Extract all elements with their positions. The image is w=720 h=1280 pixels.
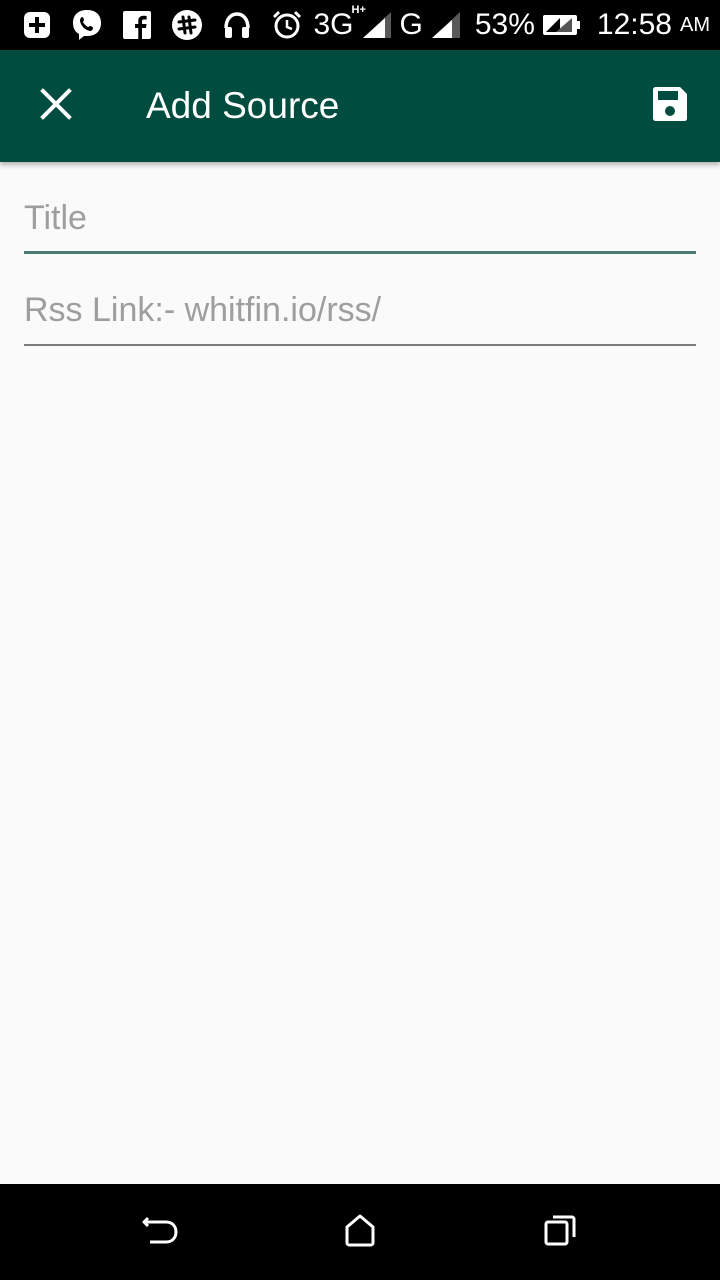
rss-link-input[interactable]	[24, 286, 696, 346]
close-button[interactable]	[24, 74, 88, 138]
recents-button[interactable]	[530, 1202, 590, 1262]
save-button[interactable]	[638, 76, 702, 136]
recents-icon	[543, 1213, 577, 1252]
headset-icon	[220, 8, 254, 42]
save-icon	[650, 84, 690, 129]
close-icon	[39, 87, 73, 126]
signal-icon	[429, 8, 463, 42]
alarm-icon	[270, 8, 304, 42]
system-indicators: 3G H+ G 53% 12:58 AM	[313, 4, 711, 42]
home-icon	[344, 1213, 376, 1252]
network-3g: 3G H+	[313, 4, 366, 41]
page-title: Add Source	[146, 85, 340, 126]
rss-link-field	[24, 254, 696, 346]
app-bar: Add Source	[0, 50, 720, 162]
add-source-screen: 3G H+ G 53% 12:58 AM Add Source	[0, 0, 720, 1280]
viber-icon	[70, 8, 104, 42]
battery-icon	[541, 8, 581, 42]
network-g: G	[399, 8, 423, 41]
title-field	[24, 162, 696, 254]
clock-ampm: AM	[680, 13, 710, 36]
clock: 12:58	[596, 8, 672, 41]
notification-icons	[20, 8, 304, 42]
add-source-form	[24, 162, 696, 346]
back-button[interactable]	[130, 1202, 190, 1262]
title-input[interactable]	[24, 194, 696, 254]
battery-percent: 53%	[474, 8, 535, 41]
home-button[interactable]	[330, 1202, 390, 1262]
add-box-icon	[20, 8, 54, 42]
slack-icon	[170, 8, 204, 42]
facebook-icon	[120, 8, 154, 42]
navigation-bar	[0, 1184, 720, 1280]
back-icon	[140, 1212, 180, 1253]
status-bar: 3G H+ G 53% 12:58 AM	[0, 0, 720, 50]
rss-link-underline	[24, 344, 696, 346]
